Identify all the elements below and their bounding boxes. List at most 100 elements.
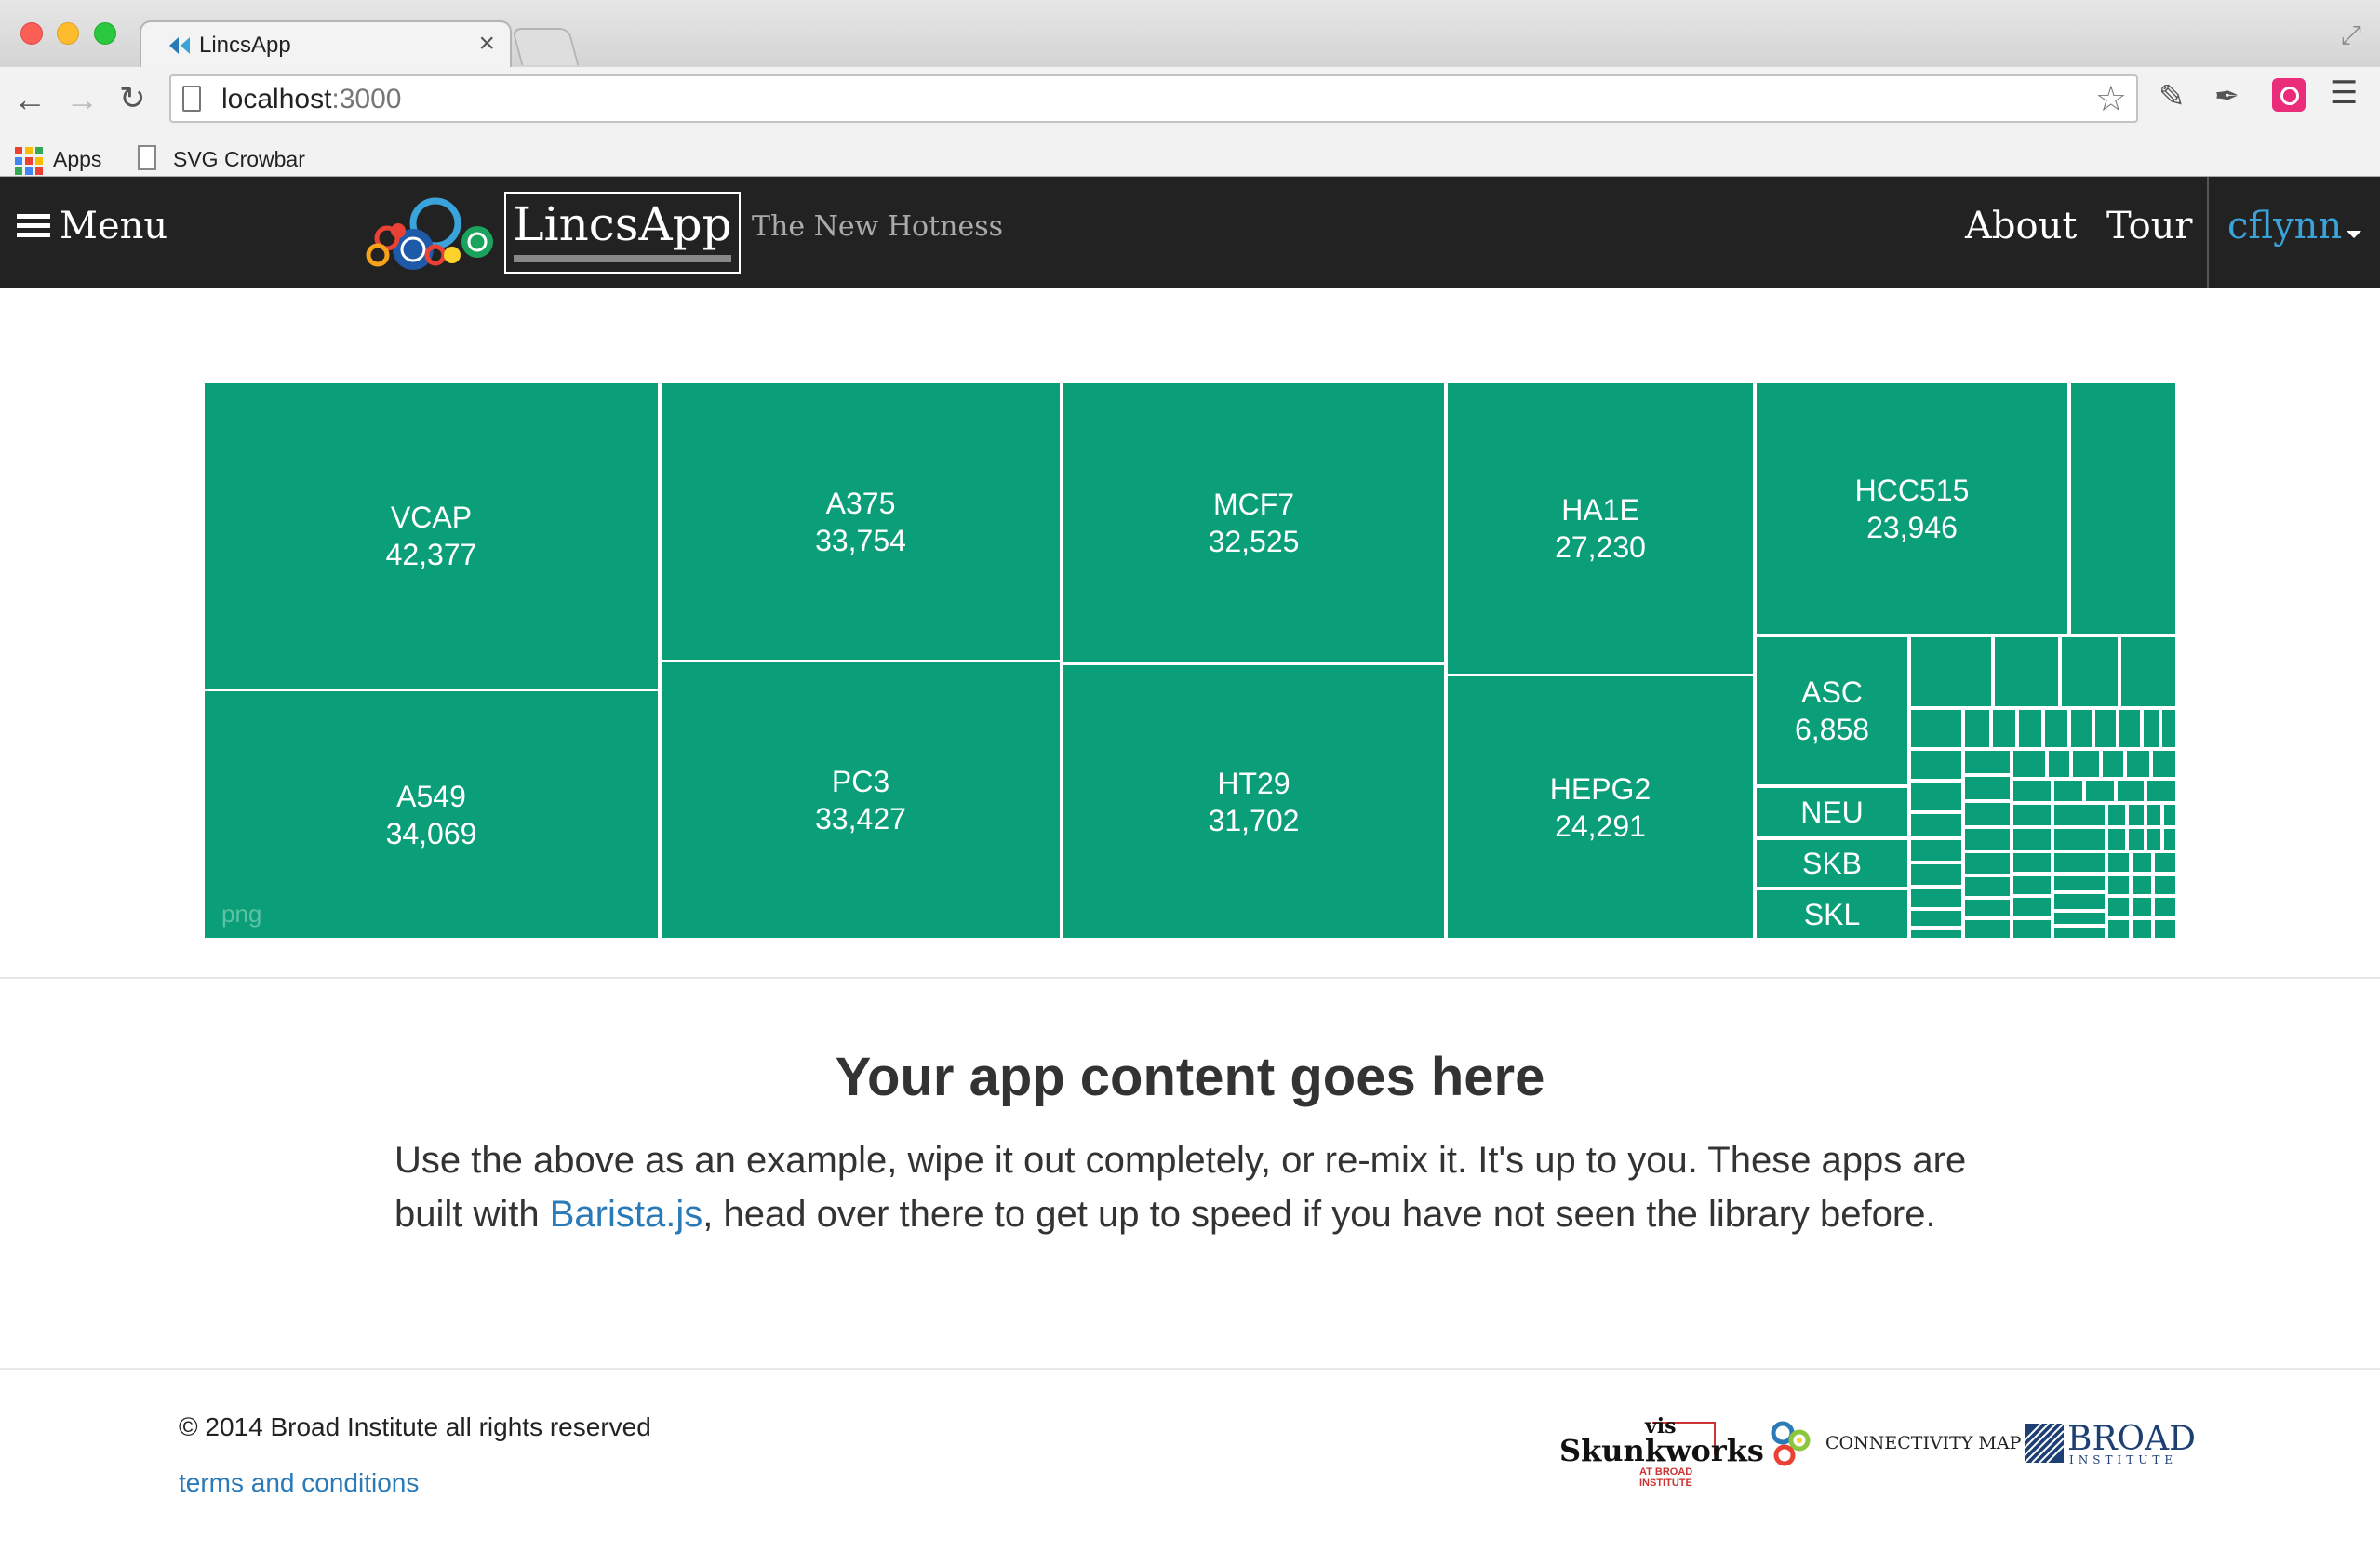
- treemap-cell-small[interactable]: [2162, 710, 2175, 747]
- treemap-cell-small[interactable]: [2108, 898, 2129, 916]
- treemap-cell-small[interactable]: [1911, 840, 1961, 861]
- treemap-cell-small[interactable]: [2071, 710, 2092, 747]
- treemap-cell-small[interactable]: [2108, 920, 2129, 938]
- treemap-cell-small[interactable]: [2121, 637, 2175, 706]
- screenshot-extension-icon[interactable]: [2272, 78, 2306, 112]
- treemap-cell-small[interactable]: [2045, 710, 2067, 747]
- back-arrow-icon[interactable]: ←: [13, 80, 47, 119]
- treemap-cell-small[interactable]: [1911, 710, 1961, 747]
- treemap-cell-small[interactable]: [1911, 783, 1961, 810]
- chrome-menu-icon[interactable]: ☰: [2330, 74, 2363, 111]
- treemap-cell-hcc515[interactable]: HCC515 23,946: [1757, 383, 2067, 634]
- browser-tab-lincsapp[interactable]: LincsApp ×: [140, 20, 512, 69]
- treemap-cell-small[interactable]: [2147, 829, 2160, 850]
- eyedropper-extension-icon[interactable]: ✒: [2214, 78, 2248, 113]
- address-bar[interactable]: localhost:3000 ☆: [169, 74, 2138, 123]
- treemap-cell-small[interactable]: [2086, 781, 2114, 801]
- treemap-cell-a549[interactable]: A549 34,069 png: [205, 691, 658, 938]
- treemap-cell-pc3[interactable]: PC3 33,427: [662, 662, 1060, 938]
- treemap-cell-small[interactable]: [2127, 751, 2149, 777]
- treemap-cell-small[interactable]: [2062, 637, 2118, 706]
- apps-grid-icon[interactable]: [15, 147, 43, 175]
- treemap-cell-small[interactable]: [2147, 781, 2175, 801]
- treemap-cell-small[interactable]: [1911, 751, 1961, 779]
- nav-link-about[interactable]: About: [1965, 205, 2077, 248]
- bookmark-star-icon[interactable]: ☆: [2095, 78, 2127, 120]
- treemap-cell-small[interactable]: [2164, 805, 2175, 825]
- treemap-cell-vcap[interactable]: VCAP 42,377: [205, 383, 658, 689]
- treemap-cell-small[interactable]: [1965, 710, 1989, 747]
- treemap-cell-small[interactable]: [1911, 889, 1961, 907]
- window-close-button[interactable]: [20, 22, 43, 45]
- treemap-cell-small[interactable]: [2073, 751, 2099, 777]
- treemap-cell-small[interactable]: [1911, 911, 1961, 926]
- treemap-cell-small[interactable]: [2103, 751, 2123, 777]
- treemap-cell-small[interactable]: [1965, 751, 2010, 773]
- treemap-cell-small[interactable]: [2119, 710, 2140, 747]
- treemap-cell-small[interactable]: [2147, 805, 2160, 825]
- treemap-cell-small[interactable]: [2054, 853, 2105, 872]
- treemap-cell-small[interactable]: [2054, 913, 2105, 924]
- brand-logo[interactable]: LincsApp: [504, 192, 741, 274]
- barista-link[interactable]: Barista.js: [550, 1194, 703, 1235]
- treemap-cell-small[interactable]: [2108, 853, 2129, 872]
- caret-down-icon[interactable]: [2347, 231, 2361, 238]
- new-tab-button[interactable]: [511, 28, 580, 65]
- treemap-cell-small[interactable]: [2054, 805, 2105, 825]
- treemap-cell-small[interactable]: [2155, 876, 2175, 894]
- fullscreen-icon[interactable]: ⤢: [2341, 20, 2361, 51]
- treemap-cell-small[interactable]: [1965, 777, 2010, 799]
- treemap-cell-small[interactable]: [2155, 920, 2175, 938]
- window-maximize-button[interactable]: [94, 22, 116, 45]
- treemap-cell-small[interactable]: [2118, 781, 2144, 801]
- treemap-cell-small[interactable]: [2054, 876, 2105, 890]
- broad-institute-logo[interactable]: BROAD INSTITUTE: [2025, 1420, 2196, 1472]
- treemap-cell-small[interactable]: [2095, 710, 2116, 747]
- treemap-cell-a375[interactable]: A375 33,754: [662, 383, 1060, 660]
- treemap-cell-small[interactable]: [2129, 805, 2144, 825]
- user-menu[interactable]: cflynn: [2227, 205, 2342, 248]
- treemap-cell-small[interactable]: [2054, 894, 2105, 909]
- treemap-cell-small[interactable]: [2133, 898, 2151, 916]
- treemap-cell-small[interactable]: [1965, 853, 2010, 874]
- treemap-cell-small[interactable]: [2054, 781, 2082, 801]
- vis-skunkworks-logo[interactable]: vis Skunkworks AT BROAD INSTITUTE: [1559, 1414, 1764, 1489]
- treemap-cell-small[interactable]: [2108, 829, 2125, 850]
- treemap-cell-small[interactable]: [2108, 876, 2129, 894]
- menu-button[interactable]: Menu: [17, 205, 167, 248]
- treemap-cell-small[interactable]: [2013, 920, 2051, 938]
- bookmark-svg-crowbar[interactable]: SVG Crowbar: [173, 147, 305, 172]
- treemap-cell-small[interactable]: [2129, 829, 2144, 850]
- bookmark-apps[interactable]: Apps: [53, 147, 101, 172]
- treemap-cell-small[interactable]: [2153, 751, 2175, 777]
- treemap-cell-small[interactable]: [1993, 710, 2015, 747]
- treemap-cell-hepg2[interactable]: HEPG2 24,291: [1448, 676, 1753, 938]
- treemap-cell-small[interactable]: [1995, 637, 2058, 706]
- treemap-cell-small[interactable]: [2144, 710, 2159, 747]
- treemap-cell-neu[interactable]: NEU: [1757, 788, 1907, 836]
- treemap-cell-skl[interactable]: SKL: [1757, 890, 1907, 938]
- treemap-cell-small[interactable]: [1911, 814, 1961, 836]
- terms-link[interactable]: terms and conditions: [179, 1468, 419, 1498]
- reload-icon[interactable]: ↻: [119, 80, 146, 117]
- tab-close-icon[interactable]: ×: [478, 28, 495, 60]
- treemap-cell-ha1e[interactable]: HA1E 27,230: [1448, 383, 1753, 674]
- treemap-cell-small[interactable]: [2013, 829, 2051, 850]
- treemap-cell-small[interactable]: [2054, 829, 2105, 850]
- treemap-cell-small[interactable]: [2108, 805, 2125, 825]
- treemap-cell-skb[interactable]: SKB: [1757, 840, 1907, 887]
- treemap-cell-small[interactable]: [2019, 710, 2041, 747]
- nav-link-tour[interactable]: Tour: [2106, 205, 2193, 248]
- treemap-cell-small[interactable]: [1911, 864, 1961, 885]
- treemap-cell-small[interactable]: [2013, 876, 2051, 894]
- treemap-cell-small[interactable]: [2133, 920, 2151, 938]
- treemap-cell-small[interactable]: [2013, 751, 2045, 777]
- treemap-cell-asc[interactable]: ASC 6,858: [1757, 637, 1907, 784]
- treemap-cell-small[interactable]: [2133, 853, 2151, 872]
- treemap-cell-small[interactable]: [1965, 829, 2010, 850]
- treemap-cell-small[interactable]: [1911, 930, 1961, 938]
- treemap-cell-ht29[interactable]: HT29 31,702: [1063, 665, 1444, 938]
- treemap-cell-small[interactable]: [1965, 803, 2010, 825]
- png-export-link[interactable]: png: [221, 900, 261, 929]
- forward-arrow-icon[interactable]: →: [65, 80, 99, 119]
